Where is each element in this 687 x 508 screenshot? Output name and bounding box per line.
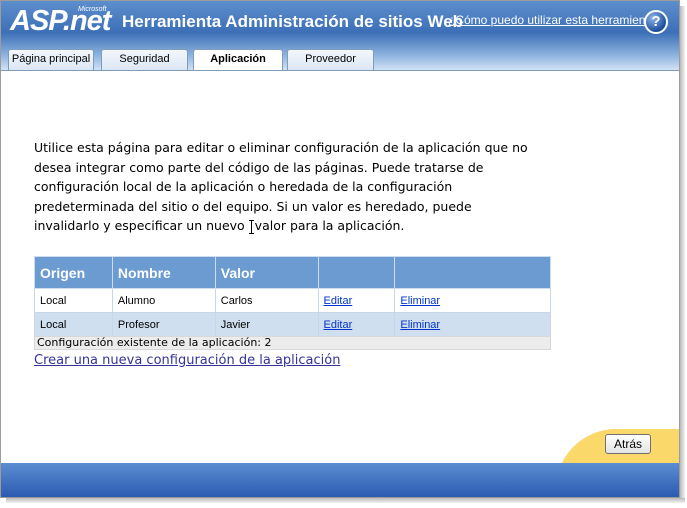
cell-valor: Carlos xyxy=(214,288,319,313)
admin-tool-window: ASP.net Microsoft Herramienta Administra… xyxy=(0,0,680,498)
edit-link[interactable]: Editar xyxy=(324,295,353,307)
footer-bar xyxy=(1,463,679,497)
cell-nombre: Alumno xyxy=(111,288,216,313)
tab-application[interactable]: Aplicación xyxy=(193,49,283,71)
help-icon[interactable]: ? xyxy=(644,10,668,34)
help-link[interactable]: ¿Cómo puedo utilizar esta herramienta? xyxy=(448,13,662,27)
intro-line: desea integrar como parte del código de … xyxy=(34,159,484,175)
back-button[interactable]: Atrás xyxy=(605,434,651,454)
text-cursor-icon xyxy=(248,219,255,234)
tab-provider[interactable]: Proveedor xyxy=(287,49,374,70)
cell-delete: Eliminar xyxy=(394,312,551,337)
intro-line: valor para la aplicación. xyxy=(254,218,405,233)
intro-line: configuración local de la aplicación o h… xyxy=(34,179,453,194)
settings-count: Configuración existente de la aplicación… xyxy=(34,336,551,350)
column-header-delete xyxy=(394,256,551,289)
cell-origen: Local xyxy=(34,312,113,337)
cell-origen: Local xyxy=(34,288,113,313)
cell-valor: Javier xyxy=(214,312,319,337)
column-header-edit xyxy=(317,256,396,289)
column-header-valor: Valor xyxy=(214,256,319,289)
column-header-origen: Origen xyxy=(34,256,113,289)
intro-paragraph: Utilice esta página para editar o elimin… xyxy=(34,138,559,236)
cell-edit: Editar xyxy=(317,312,396,337)
cell-edit: Editar xyxy=(317,288,396,313)
create-setting-link[interactable]: Crear una nueva configuración de la apli… xyxy=(34,353,340,368)
column-header-nombre: Nombre xyxy=(111,256,216,289)
table-row: Local Alumno Carlos Editar Eliminar xyxy=(34,288,551,313)
microsoft-logo-text: Microsoft xyxy=(78,6,107,13)
tab-bar: Página principal Seguridad Aplicación Pr… xyxy=(1,49,679,71)
edit-link[interactable]: Editar xyxy=(324,319,353,331)
window-shadow-bottom xyxy=(6,498,685,503)
cell-nombre: Profesor xyxy=(111,312,216,337)
delete-link[interactable]: Eliminar xyxy=(400,295,440,307)
header: ASP.net Microsoft Herramienta Administra… xyxy=(1,1,679,71)
app-settings-table: Origen Nombre Valor Local Alumno Carlos … xyxy=(34,256,551,337)
table-header-row: Origen Nombre Valor xyxy=(34,256,551,289)
tab-bar-divider xyxy=(1,70,679,71)
intro-line: invalidarlo y especificar un nuevo xyxy=(34,218,245,233)
app-title: Herramienta Administración de sitios Web xyxy=(122,12,464,31)
intro-line: predeterminada del sitio o del equipo. S… xyxy=(34,198,472,214)
delete-link[interactable]: Eliminar xyxy=(400,319,440,331)
table-row: Local Profesor Javier Editar Eliminar xyxy=(34,312,551,337)
tab-home[interactable]: Página principal xyxy=(8,49,94,70)
intro-line: Utilice esta página para editar o elimin… xyxy=(34,140,528,155)
cell-delete: Eliminar xyxy=(394,288,551,313)
window-shadow-right xyxy=(680,6,685,500)
tab-security[interactable]: Seguridad xyxy=(101,49,188,70)
